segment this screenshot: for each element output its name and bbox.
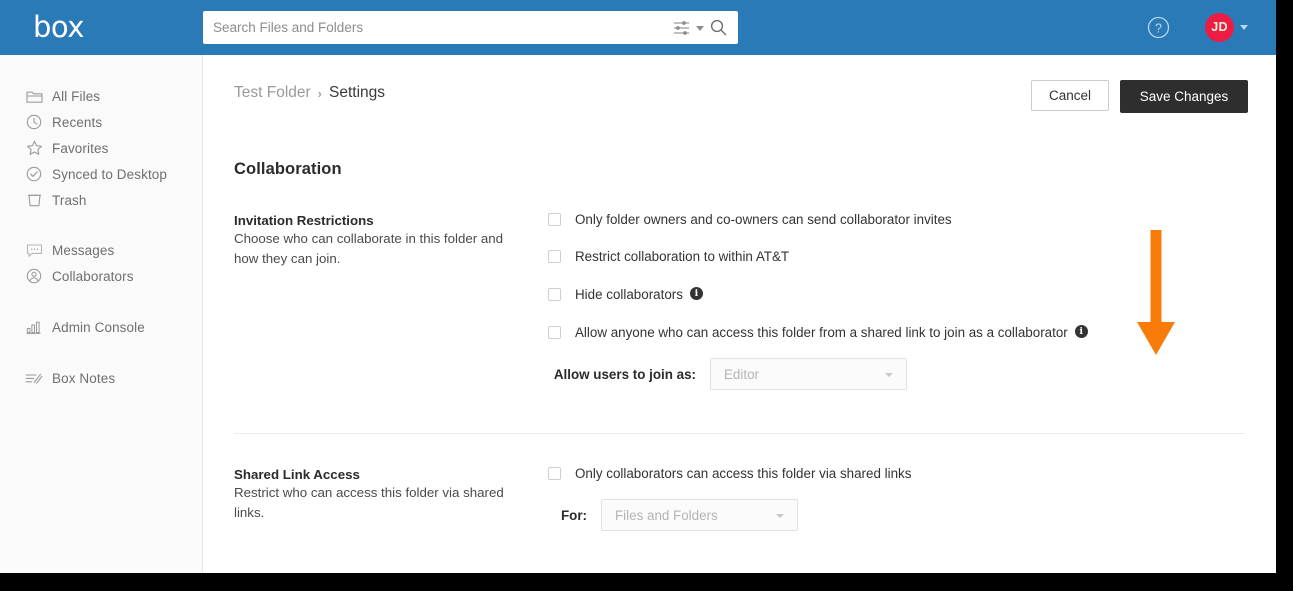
shared-link-for-value: Files and Folders bbox=[615, 507, 718, 523]
sidebar-item-label: All Files bbox=[52, 88, 101, 104]
cancel-button[interactable]: Cancel bbox=[1031, 80, 1109, 111]
help-circle-icon[interactable]: ? bbox=[1147, 16, 1170, 39]
breadcrumb-parent[interactable]: Test Folder bbox=[234, 84, 311, 102]
sidebar-item-label: Synced to Desktop bbox=[52, 166, 168, 182]
checkbox[interactable] bbox=[548, 467, 561, 480]
breadcrumb: Test Folder › Settings bbox=[234, 84, 385, 102]
box-logo[interactable]: box bbox=[33, 12, 84, 43]
sidebar-item-label: Admin Console bbox=[52, 319, 145, 335]
checkbox[interactable] bbox=[548, 288, 561, 301]
app-window: box Search Files and Folders ? JD All Fi… bbox=[0, 0, 1276, 573]
shared-link-access-label: Shared Link Access Restrict who can acce… bbox=[234, 467, 504, 523]
top-navigation-bar: box Search Files and Folders ? JD bbox=[0, 0, 1276, 55]
save-changes-button[interactable]: Save Changes bbox=[1120, 80, 1248, 113]
message-bubble-icon bbox=[22, 243, 46, 258]
option-label: Restrict collaboration to within AT&T bbox=[575, 249, 790, 264]
sidebar-item-label: Box Notes bbox=[52, 370, 116, 386]
sidebar-item-label: Collaborators bbox=[52, 268, 134, 284]
chevron-down-icon bbox=[776, 514, 784, 518]
sliders-icon[interactable] bbox=[673, 20, 691, 36]
info-icon[interactable]: i bbox=[1074, 325, 1088, 338]
avatar[interactable]: JD bbox=[1205, 13, 1234, 42]
option-hide-collaborators[interactable]: Hide collaborators i bbox=[548, 287, 1088, 302]
join-as-select[interactable]: Editor bbox=[710, 358, 907, 390]
sidebar: All Files Recents Favorites Synced to De… bbox=[0, 55, 203, 573]
svg-text:?: ? bbox=[1155, 21, 1162, 35]
sidebar-item-label: Messages bbox=[52, 242, 115, 258]
chevron-down-icon bbox=[885, 373, 893, 377]
join-as-row: Allow users to join as: Editor bbox=[548, 358, 1088, 390]
invitation-restrictions-heading: Invitation Restrictions bbox=[234, 213, 374, 228]
invitation-restrictions-description: Choose who can collaborate in this folde… bbox=[234, 231, 504, 266]
sidebar-item-box-notes[interactable]: Box Notes bbox=[0, 365, 202, 391]
sidebar-item-admin-console[interactable]: Admin Console bbox=[0, 314, 202, 340]
info-icon[interactable]: i bbox=[689, 287, 703, 300]
shared-link-access-heading: Shared Link Access bbox=[234, 467, 360, 482]
sidebar-item-favorites[interactable]: Favorites bbox=[0, 135, 202, 161]
chevron-down-icon[interactable] bbox=[1240, 25, 1248, 30]
sidebar-item-label: Recents bbox=[52, 114, 103, 130]
sidebar-item-messages[interactable]: Messages bbox=[0, 237, 202, 263]
search-icon[interactable] bbox=[710, 19, 727, 36]
sidebar-item-recents[interactable]: Recents bbox=[0, 109, 202, 135]
sidebar-item-synced-to-desktop[interactable]: Synced to Desktop bbox=[0, 161, 202, 187]
breadcrumb-current: Settings bbox=[329, 84, 386, 101]
shared-link-access-options: Only collaborators can access this folde… bbox=[548, 466, 911, 531]
shared-link-access-description: Restrict who can access this folder via … bbox=[234, 485, 504, 520]
join-as-label: Allow users to join as: bbox=[553, 366, 696, 382]
sidebar-item-trash[interactable]: Trash bbox=[0, 187, 202, 213]
checkbox[interactable] bbox=[548, 213, 561, 226]
option-collaborators-only-links[interactable]: Only collaborators can access this folde… bbox=[548, 466, 911, 481]
option-label: Only folder owners and co-owners can sen… bbox=[575, 212, 952, 227]
option-shared-link-join[interactable]: Allow anyone who can access this folder … bbox=[548, 325, 1088, 340]
option-label: Allow anyone who can access this folder … bbox=[575, 325, 1068, 340]
search-bar[interactable] bbox=[203, 11, 738, 44]
option-restrict-to-domain[interactable]: Restrict collaboration to within AT&T bbox=[548, 249, 1088, 264]
sidebar-item-all-files[interactable]: All Files bbox=[0, 83, 202, 109]
user-circle-icon bbox=[22, 268, 46, 284]
shared-link-for-row: For: Files and Folders bbox=[548, 499, 911, 531]
option-label: Only collaborators can access this folde… bbox=[575, 466, 912, 481]
sidebar-item-label: Favorites bbox=[52, 140, 109, 156]
checkbox[interactable] bbox=[548, 326, 561, 339]
option-label: Hide collaborators bbox=[575, 287, 683, 302]
page-title: Collaboration bbox=[234, 160, 342, 178]
main-content: Test Folder › Settings Cancel Save Chang… bbox=[203, 55, 1276, 573]
notes-pencil-icon bbox=[22, 371, 46, 386]
invitation-restrictions-options: Only folder owners and co-owners can sen… bbox=[548, 212, 1088, 390]
join-as-value: Editor bbox=[724, 366, 759, 382]
shared-link-for-label: For: bbox=[560, 507, 587, 523]
section-divider bbox=[234, 433, 1245, 434]
check-circle-icon bbox=[22, 166, 46, 182]
clock-icon bbox=[22, 114, 46, 130]
search-input[interactable] bbox=[203, 11, 663, 44]
trash-icon bbox=[22, 192, 46, 208]
checkbox[interactable] bbox=[548, 250, 561, 263]
option-owners-only-invites[interactable]: Only folder owners and co-owners can sen… bbox=[548, 212, 1088, 227]
breadcrumb-separator-icon: › bbox=[317, 85, 323, 101]
sidebar-item-collaborators[interactable]: Collaborators bbox=[0, 263, 202, 289]
folder-icon bbox=[22, 89, 46, 104]
shared-link-for-select[interactable]: Files and Folders bbox=[601, 499, 798, 531]
star-icon bbox=[22, 140, 46, 156]
bar-chart-icon bbox=[22, 320, 46, 335]
chevron-down-icon[interactable] bbox=[696, 26, 704, 31]
sidebar-item-label: Trash bbox=[52, 192, 87, 208]
invitation-restrictions-label: Invitation Restrictions Choose who can c… bbox=[234, 213, 504, 269]
